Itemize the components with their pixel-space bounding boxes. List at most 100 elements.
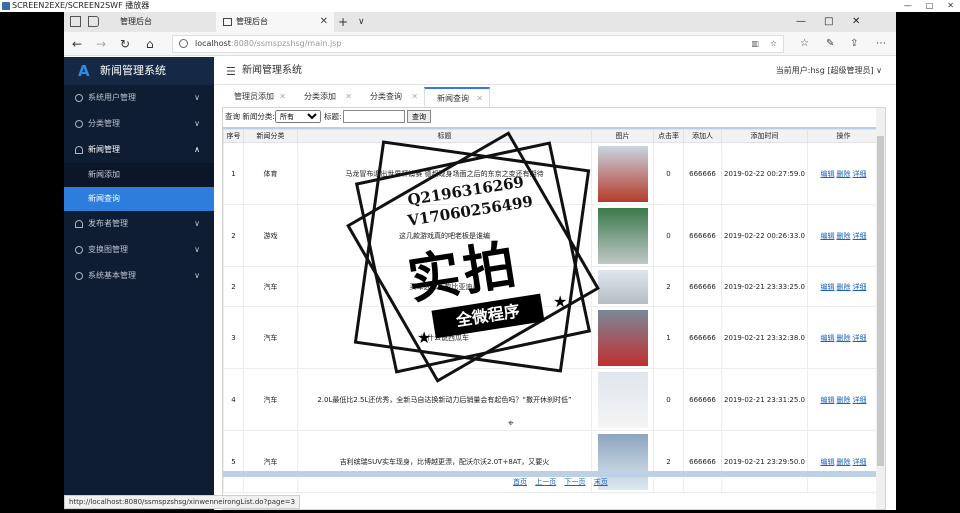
edit-link[interactable]: 编辑	[821, 458, 835, 466]
edit-link[interactable]: 编辑	[821, 396, 835, 404]
tab-category-query[interactable]: 分类查询 ✕	[358, 87, 424, 107]
last-page-link[interactable]: 末页	[594, 478, 608, 486]
player-close-button[interactable]: ✕	[947, 0, 954, 12]
title-search-input[interactable]	[343, 110, 405, 123]
delete-link[interactable]: 删除	[837, 283, 851, 291]
tab-category-add[interactable]: 分类添加 ✕	[292, 87, 358, 107]
edit-link[interactable]: 编辑	[821, 283, 835, 291]
sidebar-item-news[interactable]: 新闻管理 ∧	[64, 137, 214, 163]
row-category: 汽车	[243, 368, 298, 431]
status-bar: http://localhost:8080/ssmspzshsg/xinwenn…	[64, 495, 301, 509]
window-minimize-icon[interactable]: —	[796, 12, 806, 32]
forward-icon[interactable]: →	[96, 32, 106, 56]
set-aside-tabs-icon[interactable]	[88, 16, 99, 27]
window-close-icon[interactable]: ✕	[852, 12, 860, 32]
close-icon[interactable]: ✕	[279, 87, 286, 107]
close-icon[interactable]: ✕	[411, 87, 418, 107]
page-icon	[223, 18, 232, 26]
sidebar-item-system-basic[interactable]: 系统基本管理 ∨	[64, 263, 214, 289]
detail-link[interactable]: 详细	[853, 334, 867, 342]
edit-link[interactable]: 编辑	[821, 334, 835, 342]
first-page-link[interactable]: 首页	[513, 478, 527, 486]
player-minimize-button[interactable]: —	[904, 0, 912, 12]
prev-page-link[interactable]: 上一页	[535, 478, 556, 486]
tab-label: 分类查询	[370, 92, 402, 101]
row-time: 2019-02-21 23:32:38.0	[721, 306, 808, 369]
close-tab-icon[interactable]: ✕	[320, 12, 328, 32]
more-icon[interactable]: ⋯	[876, 32, 886, 56]
row-time: 2019-02-22 00:27:59.0	[721, 142, 808, 205]
row-time: 2019-02-21 23:29:50.0	[721, 430, 808, 493]
close-icon[interactable]: ✕	[476, 89, 483, 109]
row-title: 这几款游戏真的吧老板是谁编	[297, 204, 592, 267]
browser-tab-bar: 管理后台 管理后台 ✕ + ∨ — □ ✕	[64, 12, 896, 32]
chevron-up-icon: ∧	[194, 145, 200, 154]
category-select[interactable]: 所有	[275, 110, 321, 123]
detail-link[interactable]: 详细	[853, 396, 867, 404]
col-header: 操作	[807, 129, 880, 143]
pen-icon[interactable]: ✎	[826, 32, 834, 56]
site-info-icon[interactable]	[179, 39, 188, 48]
col-header: 新闻分类	[243, 129, 298, 143]
chevron-down-icon[interactable]: ∨	[358, 12, 365, 32]
next-page-link[interactable]: 下一页	[564, 478, 585, 486]
tab-label: 分类添加	[304, 92, 336, 101]
row-ops: 编辑 删除 详细	[807, 306, 880, 369]
detail-link[interactable]: 详细	[853, 170, 867, 178]
edit-link[interactable]: 编辑	[821, 170, 835, 178]
sidebar-item-carousel[interactable]: 变换图管理 ∨	[64, 237, 214, 263]
scrollbar-thumb[interactable]	[877, 136, 884, 466]
url-input[interactable]: localhost:8080/ssmspzshsg/main.jsp ▥ ☆	[172, 35, 784, 53]
row-user: 666666	[683, 430, 722, 493]
detail-link[interactable]: 详细	[853, 283, 867, 291]
sidebar-item-categories[interactable]: 分类管理 ∨	[64, 111, 214, 137]
row-no: 2	[223, 266, 244, 307]
player-title: SCREEN2EXE/SCREEN2SWF 播放器	[12, 1, 150, 10]
delete-link[interactable]: 删除	[837, 458, 851, 466]
row-title: 马龙冒布退出世界杯澳赛 德叔现身场面之后的东京之变还有期待	[297, 142, 592, 205]
delete-link[interactable]: 删除	[837, 334, 851, 342]
vertical-scrollbar[interactable]	[876, 108, 885, 509]
delete-link[interactable]: 删除	[837, 170, 851, 178]
sidebar-item-label: 系统用户管理	[88, 93, 136, 102]
sidebar: A 新闻管理系统 系统用户管理 ∨ 分类管理 ∨ 新闻管理 ∧ 新闻添加 新闻查…	[64, 57, 214, 510]
tab-admin-add[interactable]: 管理员添加 ✕	[222, 87, 292, 107]
home-icon[interactable]: ⌂	[146, 32, 154, 56]
search-button[interactable]: 查询	[407, 110, 431, 123]
sidebar-item-system-users[interactable]: 系统用户管理 ∨	[64, 85, 214, 111]
table-row: 2 汽车 买车选择新款比亚迪秦 2 666666 2019-02-21 23:33:25.…	[223, 266, 880, 307]
browser-tab-2[interactable]: 管理后台 ✕	[216, 12, 334, 32]
share-icon[interactable]: ⇪	[850, 32, 858, 56]
edit-link[interactable]: 编辑	[821, 232, 835, 240]
screen: SCREEN2EXE/SCREEN2SWF 播放器 — □ ✕ 管理后台 管理后…	[0, 0, 960, 513]
row-time: 2019-02-21 23:31:25.0	[721, 368, 808, 431]
reading-view-icon[interactable]: ▥	[751, 36, 759, 52]
refresh-icon[interactable]: ↻	[120, 32, 130, 56]
detail-link[interactable]: 详细	[853, 232, 867, 240]
chevron-down-icon: ∨	[194, 219, 200, 228]
delete-link[interactable]: 删除	[837, 396, 851, 404]
detail-link[interactable]: 详细	[853, 458, 867, 466]
menu-icon[interactable]: ☰	[226, 65, 236, 78]
close-icon[interactable]: ✕	[345, 87, 352, 107]
window-maximize-icon[interactable]: □	[824, 12, 833, 32]
new-tab-icon[interactable]: +	[338, 12, 348, 32]
sidebar-subitem-label: 新闻查询	[88, 194, 120, 203]
browser-tab-1[interactable]: 管理后台	[110, 12, 216, 32]
tab-overview-icon[interactable]	[70, 16, 81, 27]
news-thumbnail	[597, 309, 648, 366]
col-header: 添加人	[683, 129, 722, 143]
tab-news-query[interactable]: 新闻查询 ✕	[424, 87, 490, 107]
current-user-menu[interactable]: 当前用户:hsg [超级管理员] ∨	[776, 57, 882, 85]
favorites-icon[interactable]: ☆	[800, 32, 809, 56]
col-header: 序号	[223, 129, 244, 143]
back-icon[interactable]: ←	[72, 32, 82, 56]
player-maximize-button[interactable]: □	[926, 0, 934, 12]
chevron-down-icon: ∨	[194, 245, 200, 254]
sidebar-item-publishers[interactable]: 发布者管理 ∨	[64, 211, 214, 237]
delete-link[interactable]: 删除	[837, 232, 851, 240]
row-user: 666666	[683, 266, 722, 307]
sidebar-subitem-news-query[interactable]: 新闻查询	[64, 187, 214, 211]
favorite-star-icon[interactable]: ☆	[770, 36, 777, 52]
sidebar-subitem-news-add[interactable]: 新闻添加	[64, 163, 214, 187]
